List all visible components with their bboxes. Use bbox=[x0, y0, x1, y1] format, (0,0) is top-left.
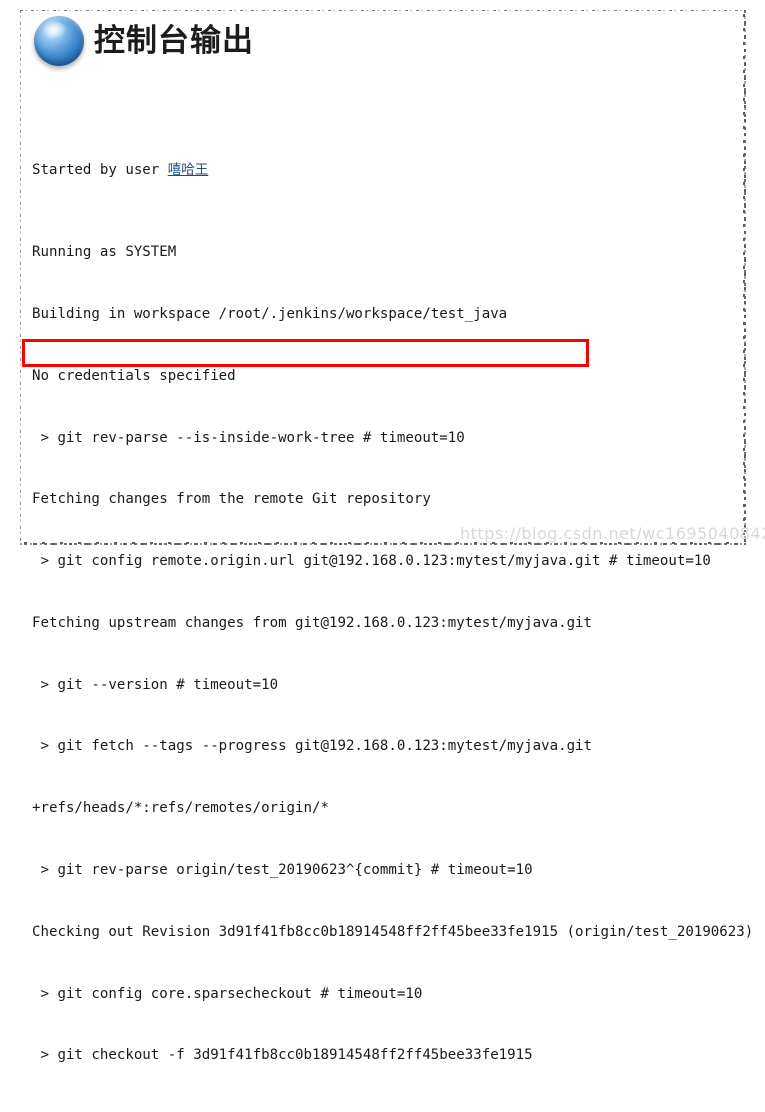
log-line-git-rev-parse-commit: > git rev-parse origin/test_20190623^{co… bbox=[32, 861, 533, 878]
torn-edge-nub bbox=[743, 448, 745, 451]
torn-edge-nub bbox=[744, 133, 746, 136]
log-line-git-fetch-tags: > git fetch --tags --progress git@192.16… bbox=[32, 738, 593, 755]
torn-edge-nub bbox=[24, 542, 27, 544]
torn-edge-nub bbox=[744, 371, 746, 374]
console-output-page: 控制台输出 Started by user 嘻哈王 Running as SYS… bbox=[0, 0, 765, 1063]
torn-edge-nub bbox=[743, 518, 745, 521]
log-line-no-credentials: No credentials specified bbox=[32, 367, 236, 384]
torn-edge-nub bbox=[743, 308, 745, 311]
torn-edge-nub bbox=[743, 112, 745, 115]
blue-sphere-icon bbox=[34, 16, 84, 66]
torn-edge-nub bbox=[743, 462, 745, 465]
torn-edge-nub bbox=[743, 238, 745, 241]
torn-edge-nub bbox=[744, 77, 746, 80]
console-log-output: Started by user 嘻哈王 Running as SYSTEM Bu… bbox=[32, 98, 754, 1112]
torn-edge-nub bbox=[743, 294, 745, 297]
torn-edge-nub bbox=[744, 315, 746, 318]
torn-edge-nub bbox=[744, 455, 746, 458]
torn-edge-nub bbox=[743, 98, 745, 101]
torn-edge-nub bbox=[743, 476, 745, 479]
log-line-git-rev-parse-inside-work-tree: > git rev-parse --is-inside-work-tree # … bbox=[32, 429, 465, 446]
torn-edge-nub bbox=[744, 63, 746, 66]
torn-edge-nub bbox=[744, 413, 746, 416]
log-line-git-checkout: > git checkout -f 3d91f41fb8cc0b18914548… bbox=[32, 1047, 533, 1064]
torn-edge-nub bbox=[743, 14, 745, 17]
torn-edge-nub bbox=[744, 119, 746, 122]
log-line-started-by-user: Started by user 嘻哈王 bbox=[32, 160, 742, 181]
torn-edge-nub bbox=[744, 441, 746, 444]
torn-edge-nub bbox=[743, 280, 745, 283]
log-line-git-config-sparsecheckout: > git config core.sparsecheckout # timeo… bbox=[32, 985, 423, 1002]
user-link[interactable]: 嘻哈王 bbox=[168, 162, 209, 178]
torn-edge-nub bbox=[744, 497, 746, 500]
torn-edge-nub bbox=[743, 322, 745, 325]
torn-edge-nub bbox=[743, 126, 745, 129]
torn-edge-nub bbox=[743, 392, 745, 395]
torn-edge-nub bbox=[743, 336, 745, 339]
log-line-git-config-remote-origin-url: > git config remote.origin.url git@192.1… bbox=[32, 553, 711, 570]
torn-edge-nub bbox=[743, 140, 745, 143]
torn-edge-nub bbox=[743, 224, 745, 227]
torn-edge-nub bbox=[744, 301, 746, 304]
torn-edge-nub bbox=[743, 28, 745, 31]
torn-edge-nub bbox=[743, 490, 745, 493]
torn-edge-nub bbox=[744, 357, 746, 360]
torn-edge-nub bbox=[743, 378, 745, 381]
log-line-building-workspace: Building in workspace /root/.jenkins/wor… bbox=[32, 305, 508, 322]
torn-edge-nub bbox=[744, 399, 746, 402]
torn-edge-nub bbox=[744, 259, 746, 262]
torn-edge-nub bbox=[744, 49, 746, 52]
torn-edge-nub bbox=[743, 56, 745, 59]
watermark: https://blog.csdn.net/wc1695040842 bbox=[460, 524, 765, 543]
torn-edge-nub bbox=[744, 273, 746, 276]
torn-edge-nub bbox=[743, 252, 745, 255]
torn-edge-nub bbox=[744, 189, 746, 192]
torn-edge-nub bbox=[744, 217, 746, 220]
torn-edge-nub bbox=[744, 385, 746, 388]
log-line-checking-out-revision: Checking out Revision 3d91f41fb8cc0b1891… bbox=[32, 923, 754, 940]
torn-edge-nub bbox=[744, 147, 746, 150]
log-line-refs-heads: +refs/heads/*:refs/remotes/origin/* bbox=[32, 800, 329, 817]
torn-edge-nub bbox=[743, 210, 745, 213]
torn-edge-nub bbox=[744, 35, 746, 38]
torn-edge-nub bbox=[743, 434, 745, 437]
torn-edge-nub bbox=[744, 287, 746, 290]
torn-edge-nub bbox=[744, 21, 746, 24]
torn-edge-nub bbox=[744, 231, 746, 234]
torn-edge-nub bbox=[743, 266, 745, 269]
torn-edge-nub bbox=[743, 70, 745, 73]
torn-edge-nub bbox=[743, 364, 745, 367]
torn-edge-nub bbox=[744, 203, 746, 206]
log-line-fetching-upstream: Fetching upstream changes from git@192.1… bbox=[32, 614, 593, 631]
torn-edge-nub bbox=[743, 350, 745, 353]
torn-edge-nub bbox=[744, 511, 746, 514]
torn-edge-nub bbox=[743, 406, 745, 409]
log-line-git-version: > git --version # timeout=10 bbox=[32, 676, 279, 693]
torn-edge-nub bbox=[744, 175, 746, 178]
log-line-running-as: Running as SYSTEM bbox=[32, 244, 177, 261]
torn-edge-nub bbox=[743, 84, 745, 87]
torn-edge-nub bbox=[744, 483, 746, 486]
torn-edge-nub bbox=[743, 196, 745, 199]
torn-edge-nub bbox=[744, 469, 746, 472]
torn-edge-nub bbox=[743, 504, 745, 507]
torn-edge-nub bbox=[744, 91, 746, 94]
torn-edge-nub bbox=[744, 161, 746, 164]
torn-edge-nub bbox=[744, 329, 746, 332]
torn-edge-nub bbox=[744, 105, 746, 108]
torn-edge-nub bbox=[743, 154, 745, 157]
torn-edge-nub bbox=[744, 245, 746, 248]
log-line-fetching-changes: Fetching changes from the remote Git rep… bbox=[32, 491, 431, 508]
torn-edge-nub bbox=[744, 343, 746, 346]
torn-edge-nub bbox=[744, 427, 746, 430]
torn-edge-nub bbox=[743, 168, 745, 171]
console-header: 控制台输出 bbox=[34, 16, 254, 66]
log-text: Started by user bbox=[32, 161, 168, 178]
torn-edge-nub bbox=[743, 420, 745, 423]
torn-edge-nub bbox=[743, 42, 745, 45]
torn-edge-nub bbox=[743, 182, 745, 185]
page-title: 控制台输出 bbox=[94, 22, 254, 59]
